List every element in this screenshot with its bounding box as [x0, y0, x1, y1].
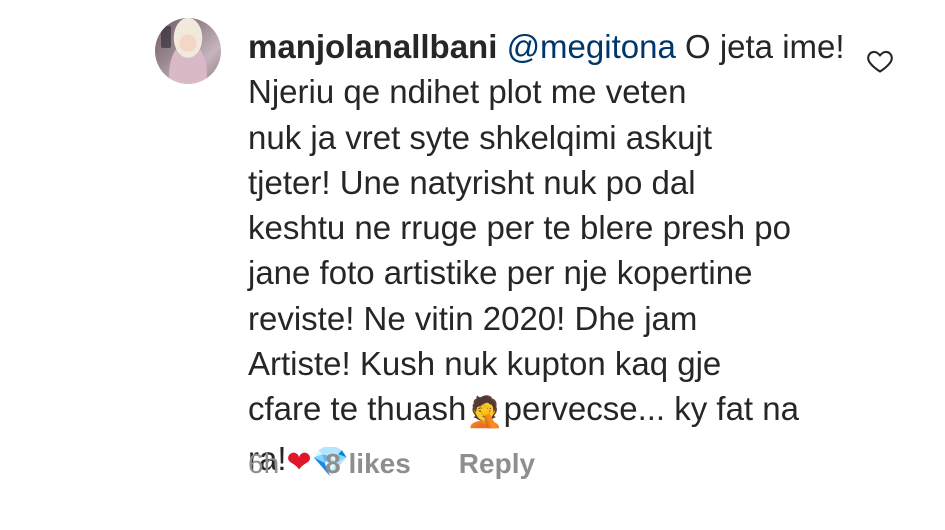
comment-text-part1: O jeta ime! Njeriu qe ndihet plot me vet… [248, 28, 845, 428]
reply-button[interactable]: Reply [459, 448, 535, 480]
comment-mention[interactable]: @megitona [507, 28, 676, 65]
comment-timestamp: 6h [248, 448, 280, 479]
comment-username[interactable]: manjolanallbani [248, 28, 497, 65]
facepalm-emoji-icon: 🤦 [466, 395, 504, 431]
likes-count-button[interactable]: 8 likes [325, 448, 411, 480]
heart-outline-icon [867, 50, 893, 73]
avatar-accent [161, 26, 171, 48]
comment: manjolanallbani @megitona O jeta ime! Nj… [0, 0, 945, 530]
comment-body: manjolanallbani @megitona O jeta ime! Nj… [248, 24, 848, 485]
like-button[interactable] [866, 47, 894, 75]
comment-meta: 6h 8 likes Reply [248, 448, 535, 480]
profile-avatar[interactable] [155, 18, 221, 84]
